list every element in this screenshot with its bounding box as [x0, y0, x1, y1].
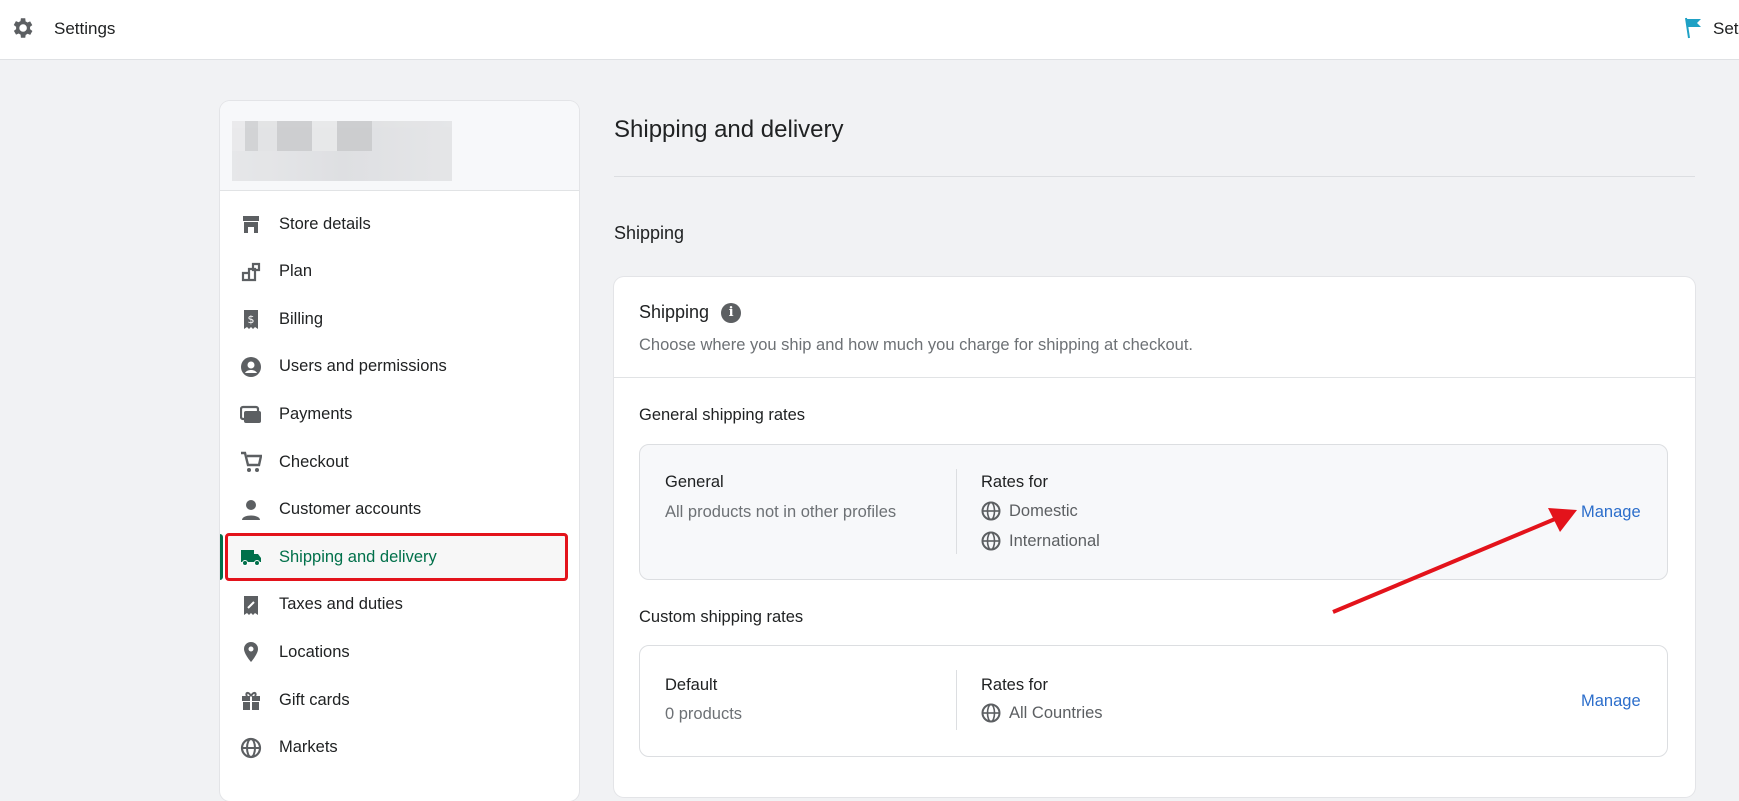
store-header — [220, 101, 579, 191]
sidebar-item-billing[interactable]: $ Billing — [220, 296, 579, 342]
sidebar-item-label: Checkout — [279, 452, 349, 471]
sidebar-item-label: Gift cards — [279, 690, 350, 709]
info-icon[interactable]: i — [721, 302, 742, 323]
sidebar-item-shipping-and-delivery[interactable]: Shipping and delivery — [220, 533, 579, 582]
sidebar-item-checkout[interactable]: Checkout — [220, 439, 579, 485]
globe-icon — [981, 703, 1001, 723]
section-heading: Shipping — [614, 223, 685, 243]
svg-text:$: $ — [248, 313, 255, 326]
sidebar-item-payments[interactable]: Payments — [220, 391, 579, 437]
custom-profile: Default 0 products Rates for All Countri… — [639, 645, 1668, 757]
setup-guide-link[interactable]: Set — [1713, 19, 1739, 39]
cart-icon — [241, 451, 262, 472]
sidebar-item-label: Plan — [279, 262, 313, 281]
zone-domestic: Domestic — [981, 501, 1078, 521]
divider — [614, 377, 1695, 378]
globe-icon — [981, 531, 1001, 551]
zone-all-countries: All Countries — [981, 703, 1103, 723]
sidebar-item-label: Billing — [279, 309, 324, 328]
sidebar-item-markets[interactable]: Markets — [220, 725, 579, 771]
store-name-redacted — [232, 121, 452, 181]
top-bar: Settings Set — [0, 0, 1739, 60]
card-description: Choose where you ship and how much you c… — [639, 336, 1193, 354]
globe-icon — [240, 737, 262, 758]
gift-icon — [242, 692, 260, 710]
plan-icon — [241, 262, 261, 281]
manage-default-button[interactable]: Manage — [1581, 692, 1641, 711]
page-title: Shipping and delivery — [614, 116, 844, 143]
person-icon — [242, 499, 260, 520]
sidebar-item-label: Locations — [279, 642, 350, 661]
sidebar-item-taxes-and-duties[interactable]: Taxes and duties — [220, 582, 579, 628]
sidebar-item-users-and-permissions[interactable]: Users and permissions — [220, 344, 579, 390]
sidebar-item-store-details[interactable]: Store details — [220, 201, 579, 247]
profile-name: Default — [665, 676, 718, 694]
divider — [956, 469, 957, 554]
profile-name: General — [665, 473, 724, 491]
sidebar-item-label: Customer accounts — [279, 500, 422, 519]
payments-icon — [240, 406, 261, 424]
sidebar-item-label: Shipping and delivery — [279, 547, 437, 566]
sidebar-item-label: Users and permissions — [279, 357, 447, 376]
shipping-card: Shipping i Choose where you ship and how … — [614, 277, 1695, 797]
general-profile: General All products not in other profil… — [639, 444, 1668, 580]
card-title: Shipping — [639, 302, 710, 322]
sidebar-item-label: Store details — [279, 214, 371, 233]
custom-rates-heading: Custom shipping rates — [639, 608, 804, 626]
truck-icon — [241, 550, 261, 567]
location-pin-icon — [244, 642, 258, 663]
sidebar-item-plan[interactable]: Plan — [220, 249, 579, 295]
profile-subtitle: All products not in other profiles — [665, 503, 897, 521]
sidebar-item-label: Markets — [279, 738, 338, 757]
sidebar-item-label: Taxes and duties — [279, 595, 403, 614]
billing-icon: $ — [244, 310, 258, 330]
globe-icon — [981, 501, 1001, 521]
general-rates-heading: General shipping rates — [639, 406, 806, 424]
sidebar-item-label: Payments — [279, 404, 353, 423]
zone-international: International — [981, 531, 1100, 551]
manage-general-button[interactable]: Manage — [1581, 503, 1641, 522]
active-indicator — [220, 534, 223, 581]
divider — [956, 670, 957, 730]
settings-sidebar: Store details Plan $ Billing Users and permi… — [220, 101, 579, 801]
user-circle-icon — [241, 356, 261, 377]
page-header-title: Settings — [54, 19, 116, 38]
store-icon — [243, 216, 259, 233]
profile-subtitle: 0 products — [665, 705, 743, 723]
gear-icon — [13, 18, 33, 38]
sidebar-item-customer-accounts[interactable]: Customer accounts — [220, 487, 579, 533]
tax-icon — [244, 595, 258, 615]
sidebar-item-gift-cards[interactable]: Gift cards — [220, 677, 579, 723]
rates-for-label: Rates for — [981, 676, 1048, 694]
rates-for-label: Rates for — [981, 473, 1048, 491]
sidebar-item-locations[interactable]: Locations — [220, 629, 579, 675]
divider — [614, 176, 1695, 177]
flag-icon[interactable] — [1684, 17, 1704, 39]
